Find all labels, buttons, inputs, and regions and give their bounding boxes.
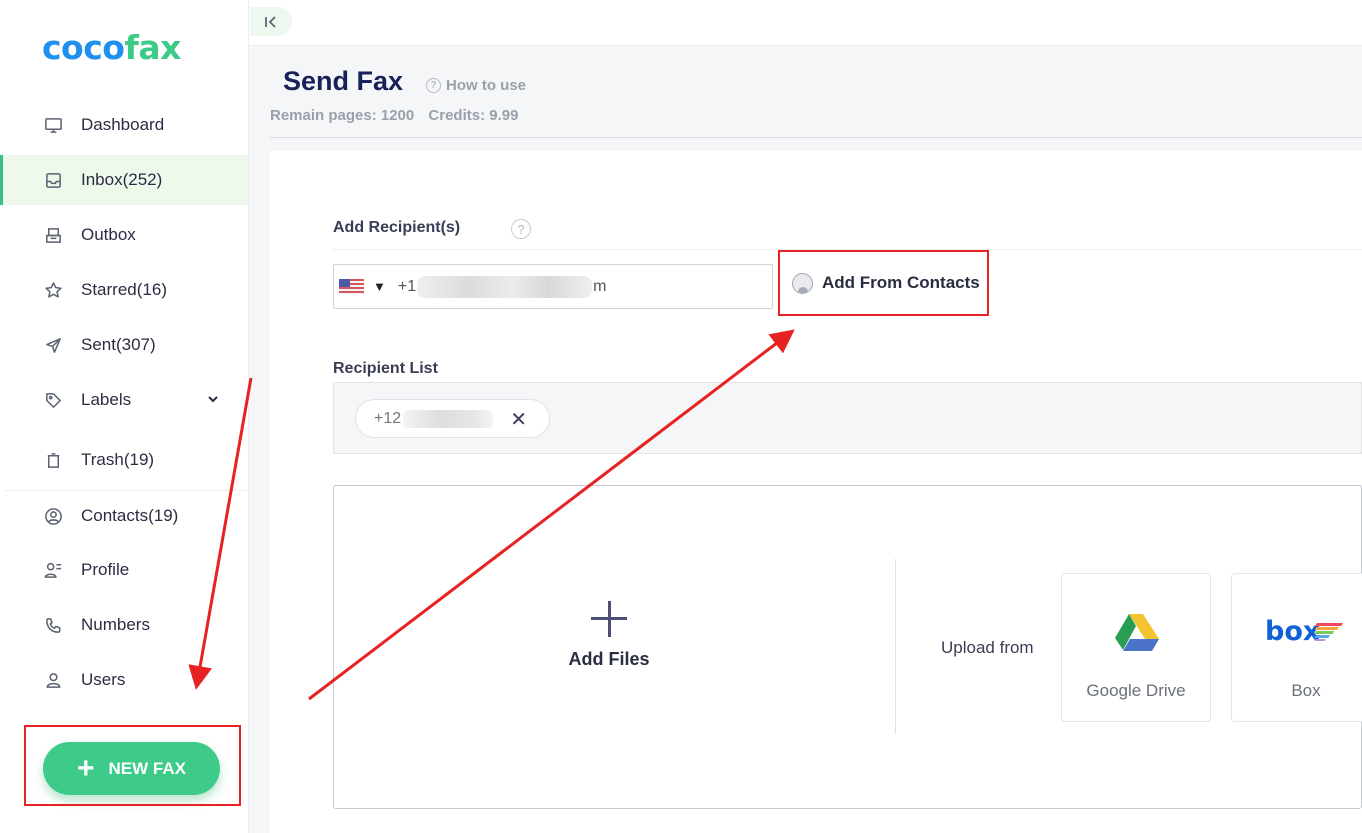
cocofax-logo[interactable]: cocofax bbox=[42, 28, 181, 67]
add-recipients-label: Add Recipient(s) bbox=[333, 219, 461, 236]
sidebar-item-label: Starred(16) bbox=[81, 280, 167, 299]
send-fax-card: Add Recipient(s) ? ▼ +1 m Add From Contac… bbox=[270, 151, 1362, 833]
contact-circle-icon bbox=[43, 506, 63, 526]
top-bar bbox=[249, 0, 1362, 46]
sidebar-item-inbox[interactable]: Inbox(252) bbox=[0, 155, 248, 205]
redacted-area bbox=[417, 275, 593, 298]
user-icon bbox=[43, 670, 63, 690]
redacted-area bbox=[403, 409, 494, 428]
svg-text:box: box bbox=[1265, 616, 1320, 647]
sidebar-item-label: Sent(307) bbox=[81, 335, 156, 354]
sidebar-item-label: Labels bbox=[81, 390, 132, 409]
outbox-icon bbox=[43, 225, 63, 245]
sidebar-item-label: Profile bbox=[81, 560, 130, 579]
profile-icon bbox=[43, 560, 63, 580]
sidebar-item-label: Trash(19) bbox=[81, 450, 155, 469]
sidebar-item-label: Inbox(252) bbox=[81, 170, 163, 189]
plus-icon: + bbox=[77, 751, 95, 785]
chevron-down-icon[interactable] bbox=[206, 392, 220, 406]
plus-icon bbox=[591, 601, 627, 637]
sidebar-item-users[interactable]: Users bbox=[0, 655, 248, 705]
recipient-chip: +12 ✕ bbox=[355, 399, 550, 438]
sidebar-item-label: Outbox bbox=[81, 225, 136, 244]
phone-icon bbox=[43, 615, 63, 635]
sidebar-item-outbox[interactable]: Outbox bbox=[0, 210, 248, 260]
send-icon bbox=[43, 335, 63, 355]
upload-from-label: Upload from bbox=[941, 638, 1034, 657]
contact-avatar-icon bbox=[792, 272, 813, 294]
sidebar: cocofax Dashboard Inbox(252) Outbox Star… bbox=[0, 0, 249, 833]
main-content: Send Fax ? How to use Remain pages: 1200… bbox=[249, 46, 1362, 833]
add-from-contacts-button[interactable]: Add From Contacts bbox=[778, 250, 989, 316]
recipient-list: +12 ✕ bbox=[333, 382, 1362, 454]
recipient-phone-input[interactable]: ▼ +1 m bbox=[333, 264, 773, 309]
sidebar-item-numbers[interactable]: Numbers bbox=[0, 600, 248, 650]
recipient-list-label: Recipient List bbox=[333, 360, 438, 377]
us-flag-icon[interactable] bbox=[339, 279, 364, 294]
credits: Credits: 9.99 bbox=[428, 107, 519, 124]
sidebar-item-sent[interactable]: Sent(307) bbox=[0, 320, 248, 370]
sidebar-item-profile[interactable]: Profile bbox=[0, 545, 248, 595]
monitor-icon bbox=[43, 115, 63, 135]
sidebar-item-starred[interactable]: Starred(16) bbox=[0, 265, 248, 315]
google-drive-icon bbox=[1115, 614, 1159, 651]
collapse-left-icon bbox=[265, 15, 276, 28]
file-upload-area[interactable]: Add Files Upload from Google Drive box B… bbox=[333, 485, 1362, 809]
new-fax-button[interactable]: + NEW FAX bbox=[43, 742, 220, 795]
remain-pages: Remain pages: 1200 bbox=[270, 107, 415, 124]
help-circle-icon: ? bbox=[426, 78, 441, 93]
sidebar-item-label: Contacts(19) bbox=[81, 506, 179, 525]
help-circle-icon[interactable]: ? bbox=[511, 219, 531, 239]
sidebar-item-contacts[interactable]: Contacts(19) bbox=[0, 491, 248, 541]
how-to-use-link[interactable]: ? How to use bbox=[426, 77, 526, 94]
remove-recipient-icon[interactable]: ✕ bbox=[510, 407, 527, 432]
tag-icon bbox=[43, 390, 63, 410]
header-divider bbox=[270, 137, 1362, 138]
collapse-sidebar-button[interactable] bbox=[250, 7, 292, 36]
upload-divider bbox=[895, 559, 896, 734]
phone-value: +1 m bbox=[398, 275, 606, 298]
page-title: Send Fax bbox=[283, 66, 404, 96]
sidebar-item-dashboard[interactable]: Dashboard bbox=[0, 100, 248, 150]
sidebar-item-label: Dashboard bbox=[81, 115, 165, 134]
sidebar-item-label: Users bbox=[81, 670, 126, 689]
box-button[interactable]: box Box bbox=[1231, 573, 1362, 722]
add-files-button[interactable]: Add Files bbox=[534, 601, 684, 670]
account-stats: Remain pages: 1200 Credits: 9.99 bbox=[270, 107, 528, 124]
star-icon bbox=[43, 280, 63, 300]
sidebar-item-trash[interactable]: Trash(19) bbox=[0, 435, 248, 485]
sidebar-item-label: Numbers bbox=[81, 615, 150, 634]
inbox-icon bbox=[43, 170, 63, 190]
country-dropdown-caret-icon[interactable]: ▼ bbox=[373, 279, 386, 294]
trash-icon bbox=[43, 450, 63, 470]
sidebar-item-labels[interactable]: Labels bbox=[0, 375, 248, 425]
box-icon: box bbox=[1265, 616, 1343, 647]
google-drive-button[interactable]: Google Drive bbox=[1061, 573, 1211, 722]
